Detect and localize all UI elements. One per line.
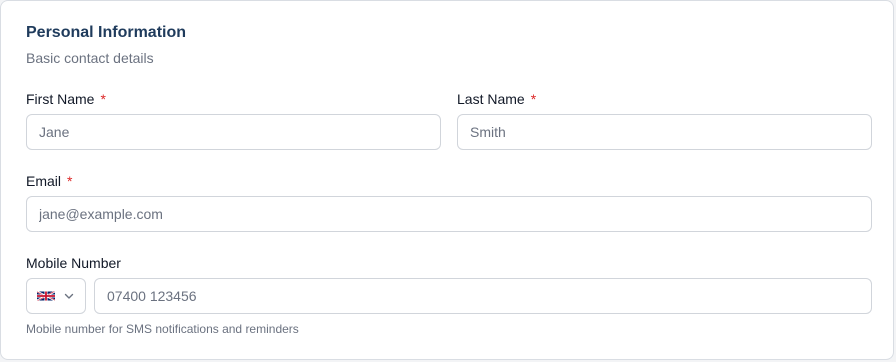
section-title: Personal Information (26, 24, 187, 41)
section-subtitle: Basic contact details (26, 50, 154, 66)
mobile-number-label: Mobile Number (26, 255, 121, 271)
personal-information-card: Personal Information Basic contact detai… (0, 0, 894, 360)
email-label: Email * (26, 173, 72, 189)
mobile-number-help-text: Mobile number for SMS notifications and … (26, 322, 299, 336)
email-input[interactable] (26, 196, 872, 232)
required-marker: * (530, 91, 537, 107)
email-label-text: Email (26, 173, 62, 189)
first-name-label: First Name * (26, 91, 106, 107)
required-marker: * (100, 91, 106, 107)
country-code-select[interactable] (26, 278, 86, 314)
last-name-input[interactable] (457, 114, 872, 150)
uk-flag-icon (37, 291, 55, 301)
required-marker: * (67, 173, 73, 189)
first-name-label-text: First Name (26, 91, 95, 107)
last-name-label: Last Name * (457, 91, 536, 107)
mobile-number-input[interactable] (94, 278, 872, 314)
first-name-input[interactable] (26, 114, 441, 150)
chevron-down-icon (64, 293, 74, 299)
last-name-label-text: Last Name (457, 91, 525, 107)
